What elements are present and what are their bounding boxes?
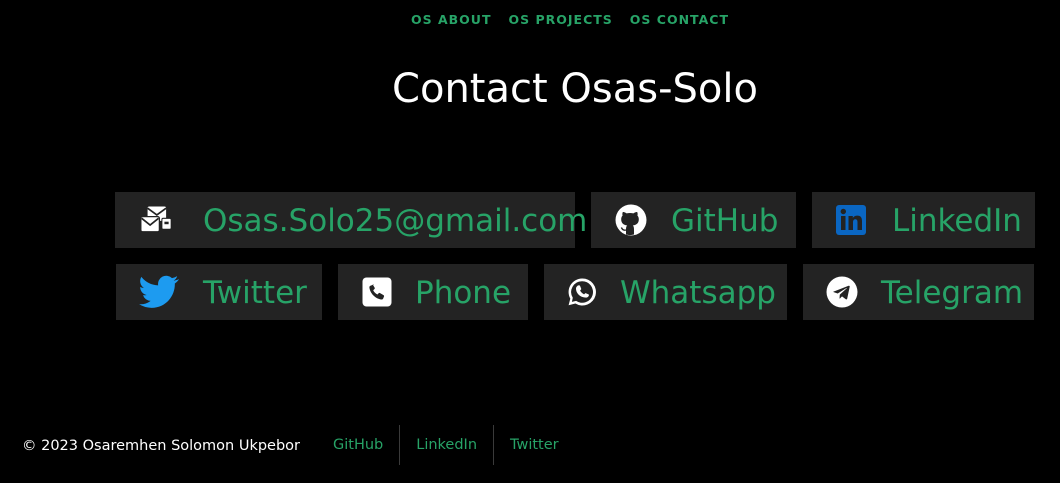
- nav-link-contact[interactable]: OS CONTACT: [630, 12, 729, 28]
- telegram-label: Telegram: [881, 275, 1024, 311]
- linkedin-label: LinkedIn: [892, 203, 1022, 239]
- footer-link-linkedin[interactable]: LinkedIn: [400, 425, 495, 465]
- github-icon: [615, 204, 647, 236]
- phone-icon: [361, 276, 393, 308]
- whatsapp-icon: [566, 276, 598, 308]
- whatsapp-card[interactable]: Whatsapp: [544, 264, 787, 320]
- footer-links: GitHub LinkedIn Twitter: [317, 425, 575, 465]
- github-card[interactable]: GitHub: [591, 192, 796, 248]
- whatsapp-label: Whatsapp: [620, 275, 776, 311]
- footer-link-github[interactable]: GitHub: [317, 425, 401, 465]
- github-label: GitHub: [671, 203, 779, 239]
- top-nav: OS ABOUT OS PROJECTS OS CONTACT: [411, 12, 729, 28]
- nav-link-about[interactable]: OS ABOUT: [411, 12, 492, 28]
- twitter-label: Twitter: [203, 275, 307, 311]
- footer-copyright: © 2023 Osaremhen Solomon Ukpebor: [22, 438, 301, 454]
- page-title: Contact Osas-Solo: [392, 66, 758, 112]
- nav-link-projects[interactable]: OS PROJECTS: [509, 12, 613, 28]
- footer-link-twitter[interactable]: Twitter: [494, 425, 575, 465]
- phone-card[interactable]: Phone: [338, 264, 528, 320]
- contact-page: OS ABOUT OS PROJECTS OS CONTACT Contact …: [0, 0, 1060, 483]
- telegram-card[interactable]: Telegram: [803, 264, 1034, 320]
- telegram-icon: [826, 276, 858, 308]
- linkedin-card[interactable]: LinkedIn: [812, 192, 1035, 248]
- twitter-icon: [139, 275, 179, 308]
- linkedin-icon: [835, 204, 867, 236]
- email-card[interactable]: Osas.Solo25@gmail.com: [115, 192, 587, 248]
- email-envelopes-icon: [140, 204, 172, 236]
- phone-label: Phone: [415, 275, 512, 311]
- email-label: Osas.Solo25@gmail.com: [203, 203, 588, 239]
- twitter-card[interactable]: Twitter: [116, 264, 322, 320]
